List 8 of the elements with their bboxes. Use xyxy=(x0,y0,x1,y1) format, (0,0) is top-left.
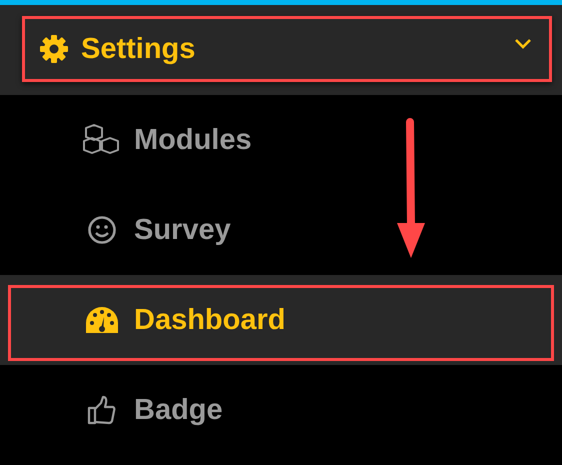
sidebar-item[interactable]: Modules xyxy=(82,95,256,185)
gauge-icon xyxy=(85,306,119,334)
smiley-icon xyxy=(87,215,117,245)
settings-icon xyxy=(39,34,69,64)
thumbs-up-icon xyxy=(87,395,117,425)
cubes-icon xyxy=(82,123,122,157)
sidebar-item[interactable]: Badge xyxy=(82,365,227,455)
sidebar-item[interactable]: Survey xyxy=(82,185,235,275)
